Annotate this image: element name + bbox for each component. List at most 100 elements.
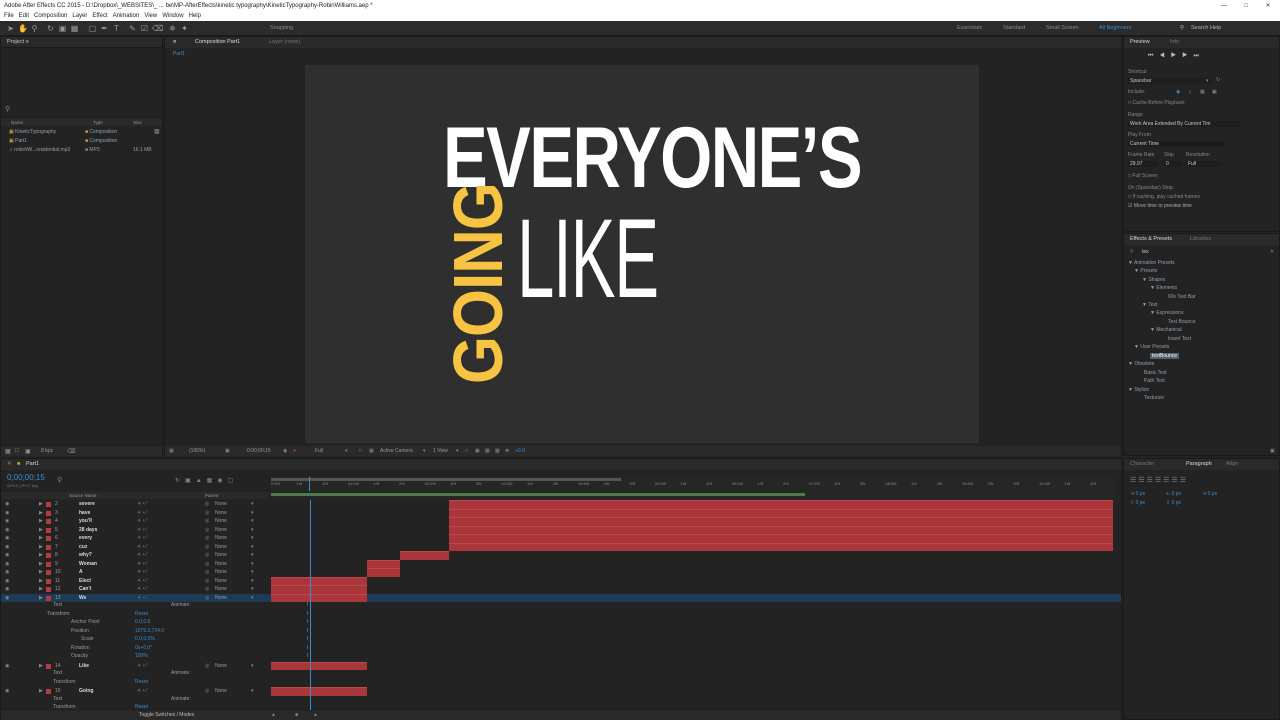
indent-right[interactable]: ⇤ 0 px <box>1166 491 1181 497</box>
play-icon[interactable]: ▶ <box>1171 53 1182 59</box>
menu-window[interactable]: Window <box>162 13 183 19</box>
keyframe-marker[interactable]: I <box>307 611 308 617</box>
chevron-down-icon[interactable]: ▾ <box>251 662 254 671</box>
menu-file[interactable]: File <box>4 13 14 19</box>
tree-item[interactable]: 60s Text Bar <box>1168 294 1196 300</box>
keyframe-marker[interactable]: I <box>307 619 308 625</box>
chevron-down-icon[interactable]: ▾ <box>251 500 254 509</box>
tab-paragraph[interactable]: Paragraph <box>1186 459 1212 470</box>
zoom-out-icon[interactable]: ▲ <box>271 711 276 720</box>
project-search-icon[interactable]: ⚲ <box>5 105 10 113</box>
resolution-select[interactable]: Full <box>315 446 323 456</box>
chevron-down-icon[interactable]: ▾ <box>251 687 254 696</box>
parent-pickwhip-icon[interactable]: ◎ <box>205 594 209 603</box>
label-color-swatch[interactable] <box>46 510 51 516</box>
fast-preview-icon[interactable]: ▣ <box>475 446 480 456</box>
layer-name[interactable]: severe <box>79 500 95 509</box>
column-source-name[interactable]: Source Name <box>69 492 97 499</box>
space-after[interactable]: ⇩ 0 px <box>1166 500 1181 506</box>
label-color-swatch[interactable] <box>46 570 51 575</box>
animate-menu[interactable]: Animate: <box>171 602 191 608</box>
parent-pickwhip-icon[interactable]: ◎ <box>205 568 209 577</box>
expand-chevron-icon[interactable]: ▶ <box>39 534 43 543</box>
flowchart-icon[interactable]: ▩ <box>495 446 500 456</box>
parent-select[interactable]: None <box>215 662 227 671</box>
timeline-search-icon[interactable]: ⚲ <box>57 476 62 484</box>
parent-pickwhip-icon[interactable]: ◎ <box>205 517 209 526</box>
zoom-level[interactable]: (105%) <box>189 446 205 456</box>
new-comp-icon[interactable]: ▣ <box>25 448 31 455</box>
layer-name[interactable]: Woman <box>79 560 97 569</box>
layer-duration-bar[interactable] <box>367 559 400 568</box>
tab-part1[interactable]: Part1 <box>26 459 39 470</box>
include-video-icon[interactable]: ◉ <box>1176 89 1180 95</box>
align-right-icon[interactable]: ☰ <box>1147 477 1155 484</box>
expand-chevron-icon[interactable]: ▶ <box>39 526 43 535</box>
layer-duration-bar[interactable] <box>271 661 367 670</box>
visibility-eye-icon[interactable]: ◉ <box>5 662 9 671</box>
layer-duration-bar[interactable] <box>271 687 367 696</box>
layer-name[interactable]: Going <box>79 687 93 696</box>
clear-search-icon[interactable]: ✕ <box>1270 249 1274 255</box>
reset-icon[interactable]: ↻ <box>1216 77 1220 83</box>
label-color-swatch[interactable] <box>46 544 51 550</box>
layer-duration-bar[interactable] <box>367 568 400 577</box>
expand-chevron-icon[interactable]: ▶ <box>39 594 43 603</box>
reset-link[interactable]: Reset <box>135 611 148 617</box>
label-color-swatch[interactable] <box>46 527 51 533</box>
layer-switches[interactable]: ☀ • ⁄ <box>137 594 147 603</box>
rotate-tool-icon[interactable]: ↻ <box>46 24 55 33</box>
eraser-tool-icon[interactable]: ⌫ <box>152 24 163 33</box>
draft-3d-icon[interactable]: ▣ <box>185 478 196 484</box>
if-caching-checkbox[interactable]: □ If caching, play cached frames <box>1128 194 1200 200</box>
layer-switches[interactable]: ☀ • ⁄ <box>137 551 147 560</box>
first-frame-icon[interactable]: ⏮ <box>1148 53 1159 59</box>
tab-layer[interactable]: Layer (none) <box>269 37 300 48</box>
last-frame-icon[interactable]: ⏭ <box>1193 53 1204 59</box>
toggle-switches-modes[interactable]: Toggle Switches / Modes <box>139 711 194 720</box>
tab-composition[interactable]: Composition Part1 <box>195 37 240 48</box>
keyframe-marker[interactable]: I <box>307 645 308 651</box>
layer-name[interactable]: 28 days <box>79 526 97 535</box>
timeline-timecode[interactable]: 0;00;00;15 <box>7 473 45 482</box>
tab-preview[interactable]: Preview <box>1130 37 1150 48</box>
play-from-select[interactable]: Current Time <box>1128 141 1224 147</box>
parent-select[interactable]: None <box>215 509 227 518</box>
workspace-standard[interactable]: Standard <box>1003 25 1025 31</box>
zoom-slider[interactable]: ■ <box>295 711 298 720</box>
tab-libraries[interactable]: Libraries <box>1190 234 1211 245</box>
visibility-eye-icon[interactable]: ◉ <box>5 500 9 509</box>
column-size[interactable]: Size <box>133 119 142 126</box>
search-help-icon[interactable]: ⚲ <box>1180 25 1184 31</box>
parent-select[interactable]: None <box>215 568 227 577</box>
keyframe-marker[interactable]: I <box>307 628 308 634</box>
expand-chevron-icon[interactable]: ▶ <box>39 560 43 569</box>
label-color-swatch[interactable] <box>46 502 51 507</box>
tree-item[interactable]: ▼ Shapes <box>1142 277 1165 283</box>
tree-item[interactable]: Path Text <box>1144 378 1165 384</box>
camera-tool-icon[interactable]: ▣ <box>58 24 67 33</box>
label-color-swatch[interactable] <box>46 561 51 567</box>
layer-duration-bar[interactable] <box>449 525 1113 534</box>
camera-select[interactable]: Active Camera <box>380 446 413 456</box>
visibility-eye-icon[interactable]: ◉ <box>5 526 9 535</box>
parent-select[interactable]: None <box>215 687 227 696</box>
brush-tool-icon[interactable]: ✎ <box>128 24 137 33</box>
current-time[interactable]: 0;00;00;15 <box>247 446 271 456</box>
color-channel-icon[interactable]: ● <box>293 446 296 456</box>
transparency-grid-icon[interactable]: ▦ <box>369 446 374 456</box>
visibility-eye-icon[interactable]: ◉ <box>5 568 9 577</box>
new-folder-icon[interactable]: □ <box>15 448 19 454</box>
expand-chevron-icon[interactable]: ▶ <box>39 662 43 671</box>
parent-select[interactable]: None <box>215 585 227 594</box>
layer-duration-bar[interactable] <box>449 508 1113 517</box>
tree-item[interactable]: ▼ Mechanical <box>1150 327 1182 333</box>
chevron-down-icon[interactable]: ▾ <box>251 526 254 535</box>
tree-item[interactable]: ▼ Obsolete <box>1128 361 1154 367</box>
menu-edit[interactable]: Edit <box>19 13 29 19</box>
layer-duration-bar[interactable] <box>271 585 367 594</box>
type-tool-icon[interactable]: T <box>112 24 121 33</box>
column-name[interactable]: Name <box>11 119 23 126</box>
view-layout-select[interactable]: 1 View <box>433 446 448 456</box>
timeline-icon[interactable]: ▦ <box>485 446 490 456</box>
